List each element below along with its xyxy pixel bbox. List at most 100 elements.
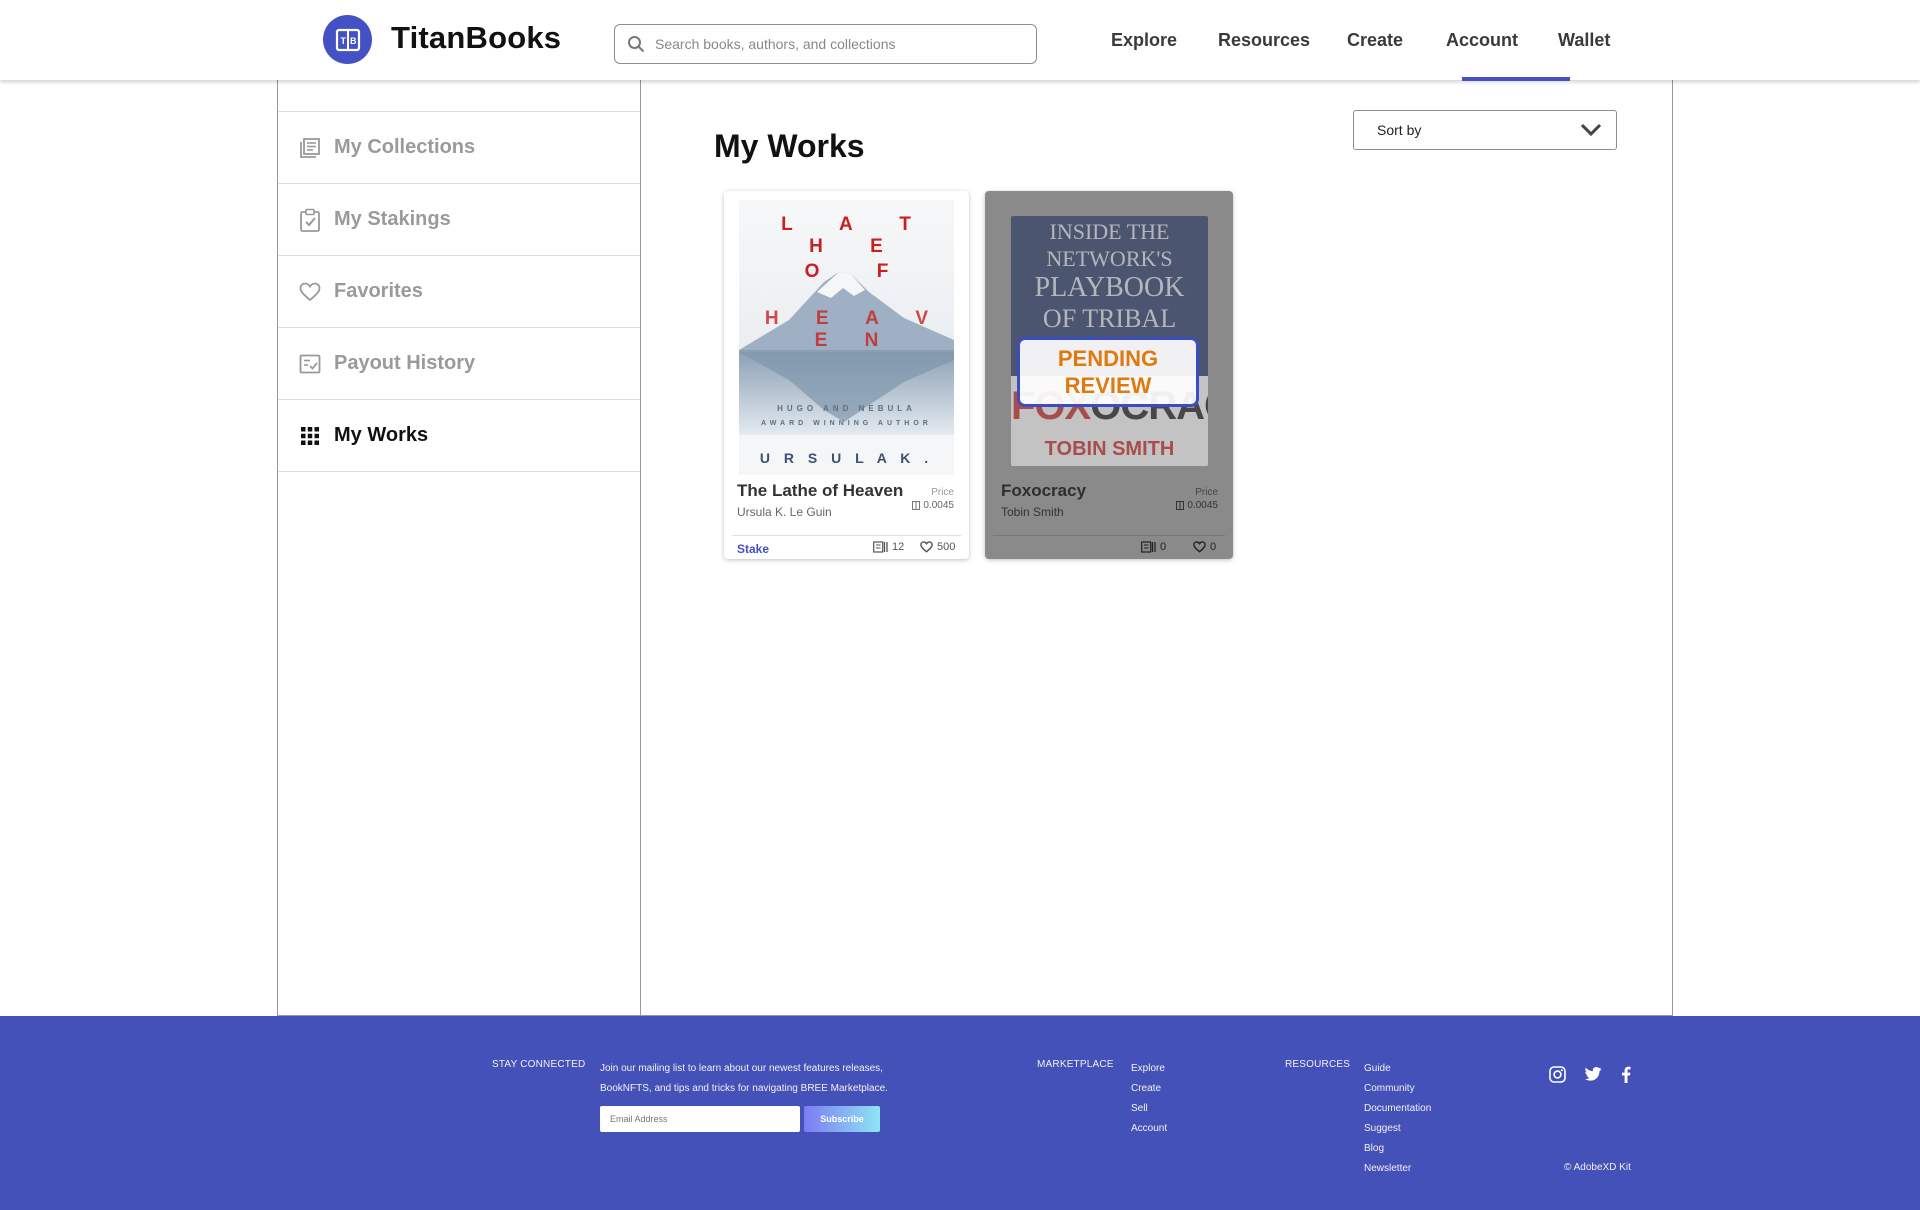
price-value: 0.0045 (1176, 500, 1218, 511)
token-icon (912, 501, 921, 510)
status-line: PENDING (1057, 346, 1159, 371)
book-card-lathe-of-heaven[interactable]: L A T H E O F H E A V E N HUGO AND NEBUL… (724, 191, 969, 559)
likes-value: 0 (1210, 541, 1217, 553)
cover-tagline: AWARD WINNING AUTHOR (761, 420, 932, 427)
sort-by-dropdown[interactable]: Sort by (1353, 110, 1617, 150)
footer-link-documentation[interactable]: Documentation (1364, 1099, 1431, 1119)
heart-icon (1193, 541, 1206, 553)
stay-connected-heading: STAY CONNECTED (492, 1059, 586, 1070)
twitter-icon[interactable] (1584, 1065, 1602, 1083)
sidebar-item-label: Payout History (334, 352, 476, 374)
footer-link-newsletter[interactable]: Newsletter (1364, 1159, 1431, 1179)
resources-links: Guide Community Documentation Suggest Bl… (1364, 1059, 1431, 1179)
price-amount: 0.0045 (1187, 500, 1218, 511)
search-icon (628, 36, 645, 53)
token-icon (1176, 501, 1185, 510)
sidebar-item-my-collections[interactable]: My Collections (278, 112, 640, 184)
books-icon (873, 541, 888, 553)
copies-count: 0 (1141, 541, 1166, 553)
book-title: The Lathe of Heaven (737, 481, 904, 500)
cover-author: U R S U L A K . (759, 450, 934, 466)
mailing-list-text: Join our mailing list to learn about our… (600, 1063, 888, 1094)
marketplace-links: Explore Create Sell Account (1131, 1059, 1167, 1139)
footer-link-create[interactable]: Create (1131, 1079, 1167, 1099)
card-footer: Stake 12 500 (732, 535, 961, 559)
facebook-icon[interactable] (1617, 1065, 1635, 1083)
sidebar-item-favorites[interactable]: Favorites (278, 256, 640, 328)
history-icon (298, 352, 322, 376)
cover-headline: INSIDE THE NETWORK'S PLAYBOOK OF TRIBAL (1011, 218, 1208, 334)
search-input[interactable] (655, 36, 1015, 52)
account-sidebar: My Collections My Stakings Favorites Pay… (277, 80, 641, 1016)
email-field[interactable] (600, 1106, 800, 1132)
card-footer: 0 0 (993, 535, 1225, 559)
subscribe-button[interactable]: Subscribe (804, 1106, 880, 1132)
cover-author: TOBIN SMITH (1044, 438, 1175, 460)
sort-by-label: Sort by (1377, 122, 1422, 138)
titanbooks-logo-icon[interactable]: T B (323, 15, 372, 64)
footer-link-suggest[interactable]: Suggest (1364, 1119, 1431, 1139)
footer-link-blog[interactable]: Blog (1364, 1139, 1431, 1159)
svg-text:T: T (340, 36, 346, 46)
price-value: 0.0045 (912, 500, 954, 511)
nav-resources[interactable]: Resources (1218, 30, 1310, 51)
resources-heading: RESOURCES (1285, 1059, 1351, 1070)
book-author: Ursula K. Le Guin (737, 505, 832, 519)
stake-button[interactable]: Stake (737, 542, 769, 556)
cover-title-line: H E A V E N (764, 308, 945, 351)
nav-account[interactable]: Account (1446, 30, 1518, 51)
sidebar-item-my-works[interactable]: My Works (278, 400, 640, 472)
sidebar-item-label: My Collections (334, 136, 476, 158)
book-cover-image: L A T H E O F H E A V E N HUGO AND NEBUL… (739, 200, 954, 475)
price-label: Price (931, 487, 954, 498)
footer-link-guide[interactable]: Guide (1364, 1059, 1431, 1079)
copies-value: 12 (892, 541, 905, 553)
likes-count[interactable]: 500 (920, 541, 955, 553)
clipboard-check-icon (298, 208, 322, 232)
cover-title-line: O F (804, 261, 915, 282)
copies-value: 0 (1160, 541, 1167, 553)
footer-link-explore[interactable]: Explore (1131, 1059, 1167, 1079)
top-header: T B TitanBooks Explore Resources Create … (0, 0, 1920, 81)
price-amount: 0.0045 (923, 500, 954, 511)
active-nav-indicator (1462, 77, 1570, 81)
chevron-down-icon (1580, 123, 1602, 137)
collections-icon (298, 136, 322, 160)
copies-count: 12 (873, 541, 904, 553)
sidebar-item-label: My Works (334, 424, 429, 446)
site-footer: STAY CONNECTED Join our mailing list to … (0, 1016, 1920, 1210)
book-author: Tobin Smith (1001, 505, 1064, 519)
svg-text:B: B (350, 36, 357, 46)
cover-headline-line: INSIDE THE (1049, 219, 1170, 244)
marketplace-heading: MARKETPLACE (1037, 1059, 1114, 1070)
cover-headline-line: OF TRIBAL (1042, 304, 1177, 333)
footer-link-community[interactable]: Community (1364, 1079, 1431, 1099)
book-title: Foxocracy (1001, 481, 1087, 500)
grid-icon (298, 424, 322, 448)
brand-name[interactable]: TitanBooks (391, 20, 561, 56)
books-icon (1141, 541, 1156, 553)
cover-headline-line: NETWORK'S (1046, 246, 1173, 271)
nav-create[interactable]: Create (1347, 30, 1403, 51)
sidebar-item-payout-history[interactable]: Payout History (278, 328, 640, 400)
book-card-foxocracy[interactable]: INSIDE THE NETWORK'S PLAYBOOK OF TRIBAL … (985, 191, 1233, 559)
copyright-text: © AdobeXD Kit (1564, 1162, 1631, 1173)
heart-icon (298, 280, 322, 304)
sidebar-item-label: Favorites (334, 280, 423, 302)
status-line: REVIEW (1064, 373, 1152, 398)
instagram-icon[interactable] (1548, 1065, 1566, 1083)
sidebar-item-my-stakings[interactable]: My Stakings (278, 184, 640, 256)
cover-tagline: HUGO AND NEBULA (777, 404, 916, 413)
cover-headline-line: PLAYBOOK (1034, 272, 1185, 303)
cover-title-line: L A T H E (781, 214, 932, 257)
price-label: Price (1195, 487, 1218, 498)
footer-link-account[interactable]: Account (1131, 1119, 1167, 1139)
nav-wallet[interactable]: Wallet (1558, 30, 1610, 51)
likes-count[interactable]: 0 (1193, 541, 1216, 553)
nav-explore[interactable]: Explore (1111, 30, 1177, 51)
sidebar-item-label: My Stakings (334, 208, 451, 230)
footer-link-sell[interactable]: Sell (1131, 1099, 1167, 1119)
page-title: My Works (714, 128, 865, 164)
heart-icon (920, 541, 933, 553)
search-bar[interactable] (614, 24, 1037, 64)
